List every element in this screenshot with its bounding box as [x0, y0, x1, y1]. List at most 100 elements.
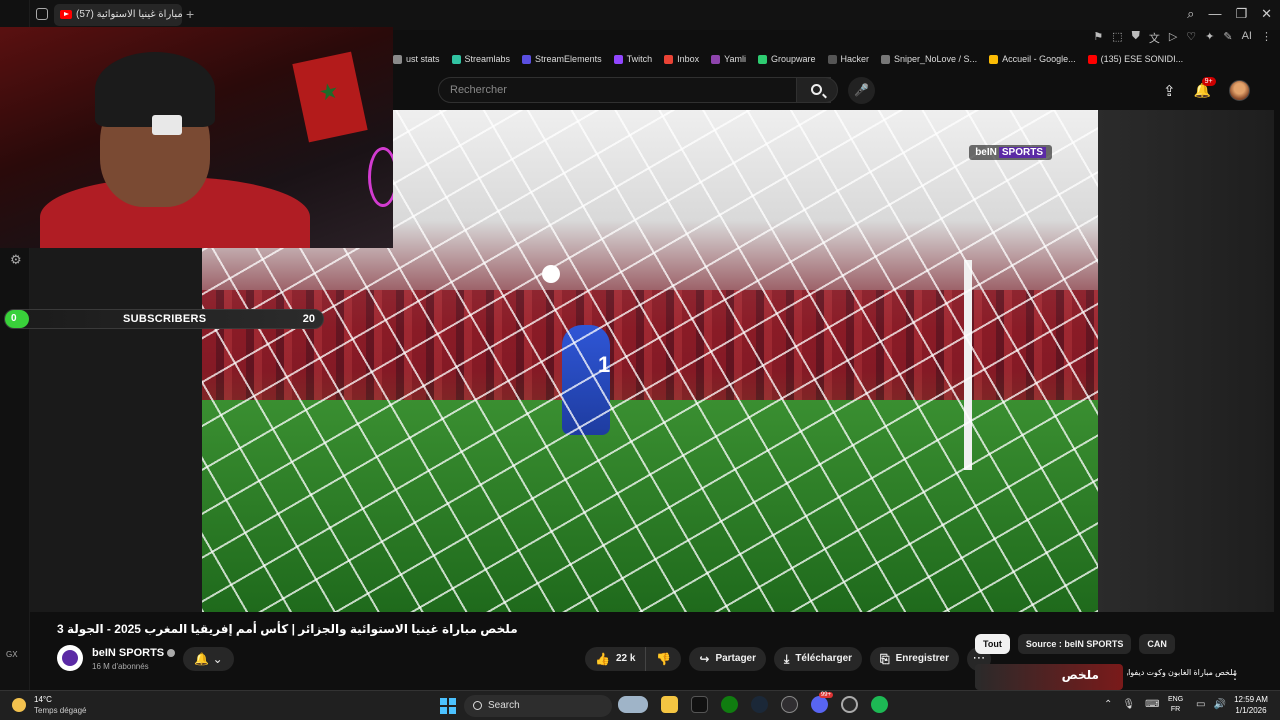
- bookmark-label: Yamli: [724, 54, 746, 64]
- recommended-thumbnail[interactable]: ملخص: [975, 664, 1123, 690]
- xbox-icon[interactable]: [721, 696, 738, 713]
- subscribed-bell-button[interactable]: 🔔 ⌄: [183, 647, 234, 671]
- tab-title: (57) ملخص مباراة غينيا الاستوائية: [76, 9, 182, 20]
- extension-icon[interactable]: ▷: [1169, 30, 1177, 48]
- ai-icon[interactable]: AI: [1242, 30, 1252, 48]
- recommended-video[interactable]: ملخص ملخص مباراة الغابون وكوت ديفوار | ك…: [975, 664, 1255, 690]
- channel-subscribers: 16 M d'abonnés: [92, 662, 149, 671]
- channel-avatar[interactable]: [57, 645, 83, 671]
- goal-target: 20: [302, 313, 315, 325]
- recommended-title[interactable]: ملخص مباراة الغابون وكوت ديفوار | كأس أم…: [1127, 668, 1237, 677]
- bookmark-icon: ⎘: [880, 652, 890, 666]
- translate-icon[interactable]: 文: [1149, 30, 1160, 48]
- chip-can[interactable]: CAN: [1139, 634, 1175, 654]
- search-button[interactable]: [796, 77, 838, 103]
- account-avatar[interactable]: [1229, 80, 1250, 101]
- bookmark-item[interactable]: Twitch: [613, 54, 652, 64]
- settings-icon[interactable]: ⚙: [10, 252, 22, 268]
- bookmark-label: Accueil - Google...: [1002, 54, 1076, 64]
- weather-app-icon[interactable]: [618, 696, 648, 713]
- download-button[interactable]: ⤓ Télécharger: [774, 647, 863, 671]
- verified-icon: [167, 649, 176, 658]
- like-button[interactable]: 👍 22 k: [585, 647, 647, 671]
- bookmark-item[interactable]: Accueil - Google...: [989, 54, 1076, 64]
- bookmark-item[interactable]: Sniper_NoLove / S...: [881, 54, 977, 64]
- new-tab-button[interactable]: +: [186, 6, 194, 22]
- bookmark-item[interactable]: StreamElements: [522, 54, 602, 64]
- chip-source[interactable]: Source : beIN SPORTS: [1017, 634, 1132, 654]
- bookmark-item[interactable]: Hacker: [827, 54, 870, 64]
- volume-icon[interactable]: 🔊: [1213, 699, 1225, 710]
- gx-corner-icon[interactable]: [36, 8, 48, 20]
- extension-icon[interactable]: ✎: [1223, 30, 1232, 48]
- channel-name[interactable]: beIN SPORTS: [92, 647, 176, 659]
- create-upload-icon[interactable]: ⇪: [1163, 82, 1176, 100]
- steam-icon[interactable]: [751, 696, 768, 713]
- spotify-icon[interactable]: [871, 696, 888, 713]
- share-button[interactable]: ↪ Partager: [689, 647, 767, 671]
- network-icon[interactable]: ▭: [1196, 699, 1205, 710]
- close-button[interactable]: ✕: [1261, 6, 1272, 22]
- moon-icon: [12, 698, 26, 712]
- window-controls: ⌕ — ❐ ✕: [1187, 6, 1272, 22]
- video-title: ملخص مباراة غينيا الاستوائية والجزائر | …: [57, 622, 518, 636]
- taskbar-apps: 99+: [618, 692, 888, 713]
- taskbar-search[interactable]: Search: [464, 695, 612, 717]
- extension-icon[interactable]: ⚑: [1093, 30, 1103, 48]
- heart-icon[interactable]: ♡: [1186, 30, 1196, 48]
- bookmark-item[interactable]: Streamlabs: [451, 54, 510, 64]
- bookmark-favicon-icon: [711, 54, 721, 64]
- bookmark-label: StreamElements: [535, 54, 602, 64]
- obs-icon[interactable]: [781, 696, 798, 713]
- webcam-overlay: [0, 27, 393, 248]
- file-explorer-icon[interactable]: [661, 696, 678, 713]
- minimize-button[interactable]: —: [1208, 6, 1221, 22]
- start-button[interactable]: [440, 698, 456, 714]
- capcut-icon[interactable]: [691, 696, 708, 713]
- goal-progress-fill: [5, 310, 29, 328]
- thumbs-up-icon: 👍: [595, 652, 610, 666]
- extension-icon[interactable]: ⬚: [1112, 30, 1122, 48]
- clock[interactable]: 12:59 AM 1/1/2026: [1230, 694, 1272, 716]
- maximize-button[interactable]: ❐: [1235, 6, 1247, 22]
- bookmark-item[interactable]: (135) ESE SONIDI...: [1087, 54, 1183, 64]
- opera-gx-icon[interactable]: [841, 696, 858, 713]
- thumbs-down-icon: 👎: [656, 652, 672, 666]
- recommended-menu-icon[interactable]: ⋮: [1229, 668, 1241, 682]
- bookmark-item[interactable]: ust stats: [393, 54, 440, 64]
- status-icons: ▭ 🔊: [1196, 699, 1226, 710]
- bookmark-item[interactable]: Yamli: [711, 54, 746, 64]
- discord-icon[interactable]: 99+: [811, 692, 833, 713]
- menu-icon[interactable]: ⋮: [1261, 30, 1272, 48]
- tab-search-icon[interactable]: ⌕: [1187, 6, 1194, 22]
- save-button[interactable]: ⎘ Enregistrer: [870, 647, 959, 671]
- tray-expand-icon[interactable]: ⌃: [1104, 699, 1112, 710]
- bookmark-label: Groupware: [770, 54, 816, 64]
- chip-all[interactable]: Tout: [975, 634, 1010, 654]
- theater-shade: [1098, 110, 1274, 612]
- bookmark-favicon-icon: [827, 54, 837, 64]
- extension-icon[interactable]: ⛊: [1132, 30, 1140, 48]
- keyboard-icon[interactable]: ⌨: [1145, 699, 1159, 710]
- dislike-button[interactable]: 👎: [646, 647, 682, 671]
- system-tray: ⌃ 🎙 ⌨: [1104, 699, 1160, 710]
- bookmark-item[interactable]: Groupware: [757, 54, 816, 64]
- goal-label: SUBSCRIBERS: [123, 313, 207, 325]
- browser-tab[interactable]: (57) ملخص مباراة غينيا الاستوائية: [54, 4, 182, 26]
- download-icon: ⤓: [784, 652, 790, 666]
- subscriber-goal-bar: 0 SUBSCRIBERS 20: [4, 309, 324, 329]
- bookmark-item[interactable]: Inbox: [664, 54, 699, 64]
- voice-search-button[interactable]: 🎤: [848, 77, 875, 104]
- search-input[interactable]: Rechercher: [438, 77, 831, 103]
- bookmark-favicon-icon: [1087, 54, 1097, 64]
- youtube-header: Rechercher 🎤 ⇪ 🔔 9+: [393, 72, 1280, 108]
- bookmark-favicon-icon: [757, 54, 767, 64]
- microphone-icon[interactable]: 🎙: [1122, 699, 1135, 710]
- bookmark-label: Sniper_NoLove / S...: [894, 54, 978, 64]
- extension-icon[interactable]: ✦: [1205, 30, 1214, 48]
- bookmark-label: Hacker: [840, 54, 870, 64]
- language-indicator[interactable]: ENG FR: [1168, 695, 1183, 715]
- gx-label: GX: [6, 650, 18, 659]
- broadcaster-logo: beIN SPORTS: [969, 145, 1052, 160]
- notifications-bell-icon[interactable]: 🔔 9+: [1194, 77, 1216, 99]
